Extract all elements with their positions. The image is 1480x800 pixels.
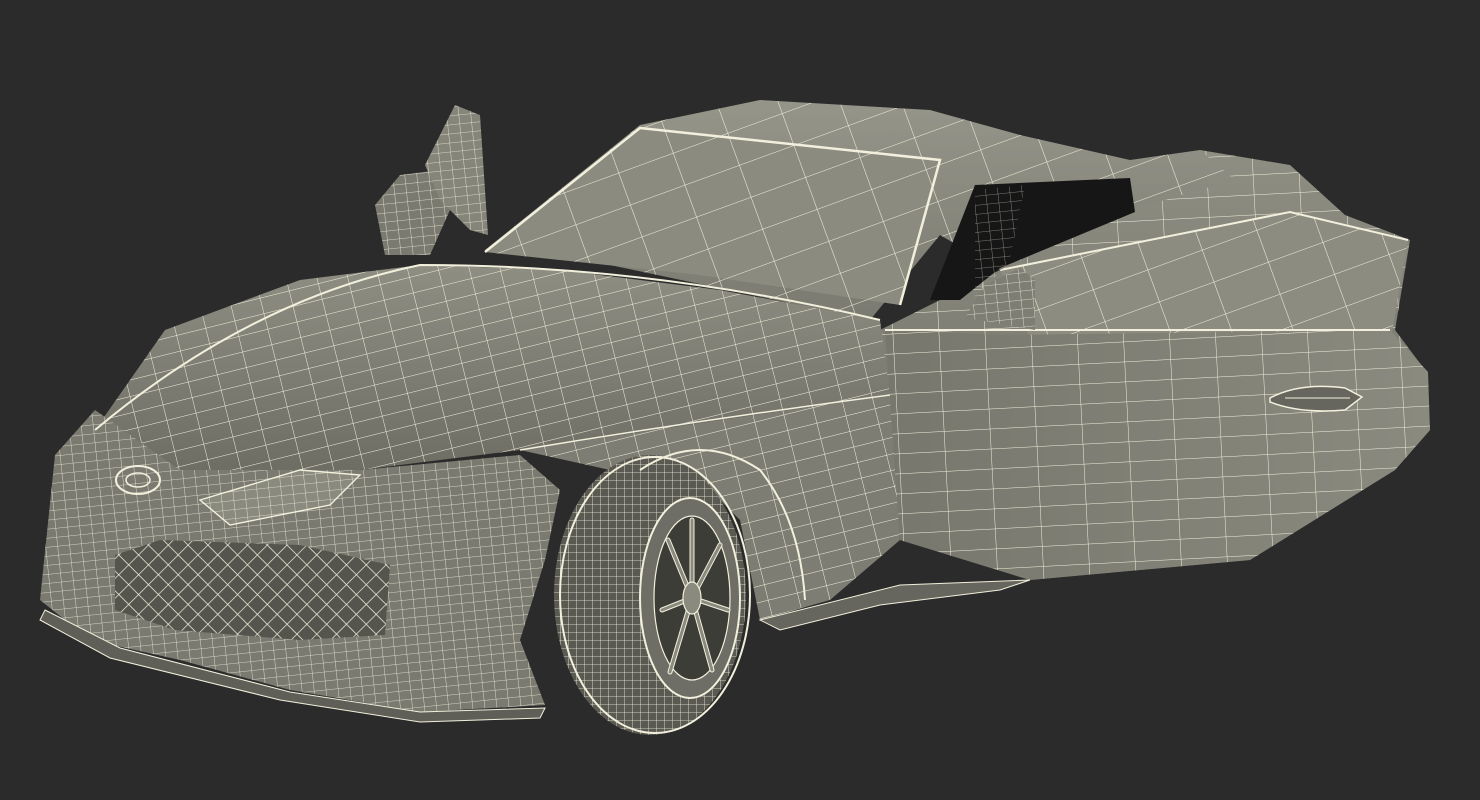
side-mirror-left bbox=[375, 105, 488, 255]
car-wireframe-render bbox=[39, 100, 1430, 735]
render-viewport bbox=[0, 0, 1480, 800]
door-panel bbox=[885, 329, 1430, 580]
wheel-rim bbox=[639, 497, 741, 699]
